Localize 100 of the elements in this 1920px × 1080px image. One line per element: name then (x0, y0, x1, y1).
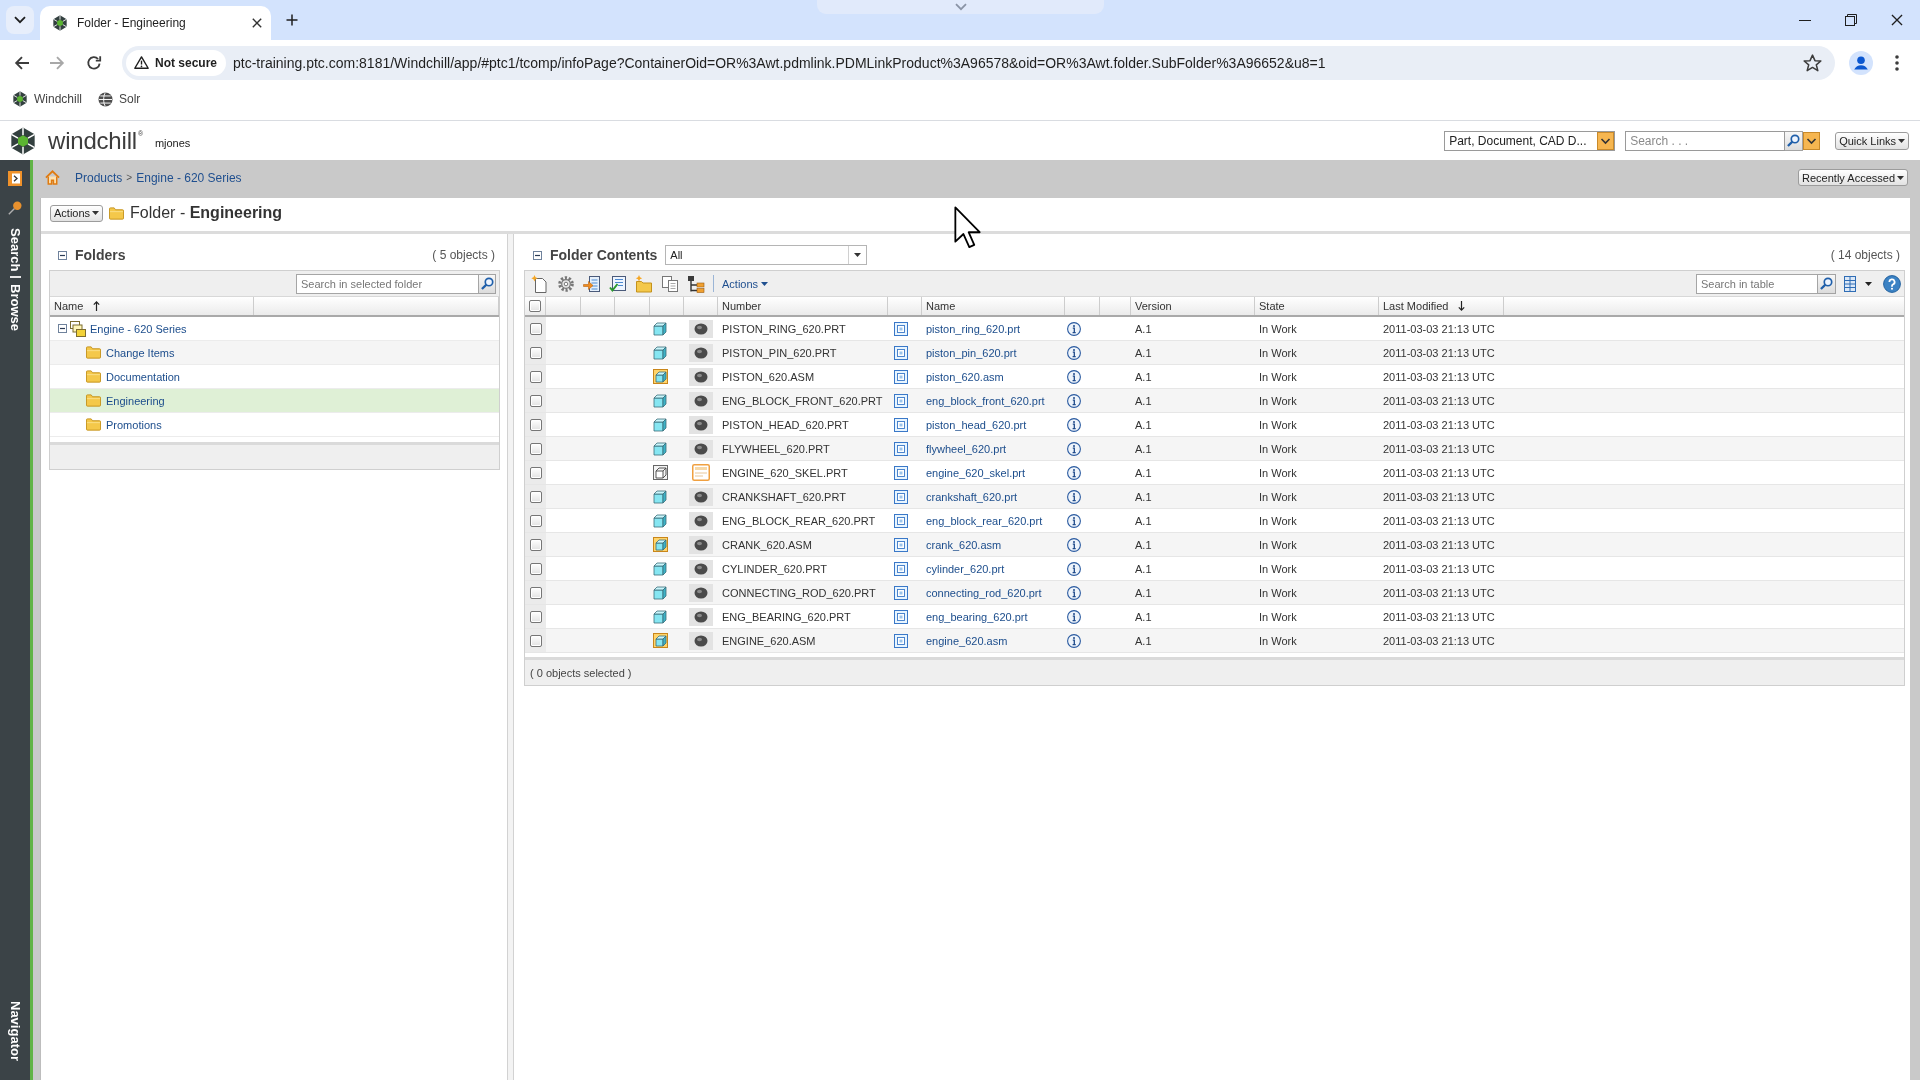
window-icon[interactable] (894, 321, 908, 336)
breadcrumb-link[interactable]: Products (75, 170, 123, 185)
collapse-icon[interactable] (533, 250, 542, 260)
info-icon[interactable] (1067, 609, 1081, 624)
info-icon[interactable] (1067, 393, 1081, 408)
window-icon[interactable] (894, 561, 908, 576)
checkbox[interactable] (529, 418, 542, 431)
checkbox[interactable] (529, 538, 542, 551)
name-link[interactable]: connecting_rod_620.prt (926, 586, 1042, 599)
security-chip[interactable]: Not secure (126, 49, 227, 76)
profile-avatar-icon[interactable] (1849, 50, 1873, 75)
checkbox[interactable] (529, 490, 542, 503)
info-icon[interactable] (1067, 513, 1081, 528)
name-link[interactable]: piston_ring_620.prt (926, 322, 1021, 335)
window-icon[interactable] (894, 393, 908, 408)
actions-button[interactable]: Actions (50, 204, 104, 222)
select-all-checkbox[interactable] (529, 300, 541, 312)
info-icon[interactable] (1067, 537, 1081, 552)
checkbox[interactable] (529, 322, 542, 335)
info-icon[interactable] (1067, 321, 1081, 336)
folder-link[interactable]: Documentation (106, 370, 180, 383)
info-icon[interactable] (1067, 441, 1081, 456)
bookmark-link[interactable]: Solr (98, 91, 141, 107)
dropdown-icon[interactable] (1597, 131, 1615, 150)
new-document-icon[interactable] (531, 274, 549, 293)
minimize-icon[interactable] (1799, 19, 1811, 21)
window-icon[interactable] (894, 489, 908, 504)
copy-icon[interactable] (661, 274, 679, 293)
window-icon[interactable] (894, 441, 908, 456)
collapse-icon[interactable] (58, 250, 67, 260)
name-link[interactable]: eng_block_rear_620.prt (926, 514, 1043, 527)
checkbox[interactable] (529, 562, 542, 575)
window-icon[interactable] (894, 369, 908, 384)
name-link[interactable]: piston_620.asm (926, 370, 1004, 383)
window-icon[interactable] (894, 345, 908, 360)
window-icon[interactable] (894, 633, 908, 648)
checkbox[interactable] (529, 346, 542, 359)
view-select[interactable]: All (665, 245, 868, 265)
column-header[interactable]: Version (1131, 297, 1255, 315)
columns-icon[interactable] (1844, 275, 1856, 292)
recently-accessed-button[interactable]: Recently Accessed (1798, 169, 1908, 186)
window-icon[interactable] (894, 417, 908, 432)
expand-panel-icon[interactable] (8, 171, 22, 186)
search-field[interactable]: Search in selected folder (296, 273, 479, 294)
folder-link[interactable]: Engine - 620 Series (90, 322, 187, 335)
help-icon[interactable] (1883, 274, 1901, 293)
more-icon[interactable] (1895, 54, 1899, 71)
checkbox[interactable] (529, 586, 542, 599)
checkbox[interactable] (529, 394, 542, 407)
hierarchy-icon[interactable] (687, 274, 705, 293)
name-link[interactable]: cylinder_620.prt (926, 562, 1005, 575)
info-icon[interactable] (1067, 417, 1081, 432)
star-icon[interactable] (1803, 53, 1822, 72)
window-icon[interactable] (894, 609, 908, 624)
name-link[interactable]: piston_head_620.prt (926, 418, 1027, 431)
info-icon[interactable] (1067, 561, 1081, 576)
checkbox[interactable] (529, 634, 542, 647)
checkbox[interactable] (529, 466, 542, 479)
sidebar-tab[interactable]: Search (8, 228, 22, 272)
window-icon[interactable] (894, 465, 908, 480)
close-icon[interactable] (1891, 14, 1903, 26)
info-icon[interactable] (1067, 345, 1081, 360)
checkbox[interactable] (529, 442, 542, 455)
plus-icon[interactable] (286, 14, 298, 26)
column-header[interactable]: State (1255, 297, 1379, 315)
search-field[interactable]: Search . . . (1625, 130, 1786, 151)
search-button[interactable] (1785, 130, 1804, 151)
name-link[interactable]: crank_620.asm (926, 538, 1002, 551)
search-type-select[interactable]: Part, Document, CAD D... (1444, 130, 1616, 151)
column-header[interactable]: Name (922, 297, 1065, 315)
checklist-icon[interactable] (609, 274, 627, 293)
back-arrow-icon[interactable] (14, 54, 30, 71)
gear-icon[interactable] (557, 274, 575, 293)
folder-link[interactable]: Engineering (106, 394, 165, 407)
sidebar-tab[interactable]: Browse (8, 284, 22, 332)
table-search-field[interactable]: Search in table (1696, 273, 1818, 294)
browser-tab[interactable]: Folder - Engineering (40, 6, 271, 40)
restore-icon[interactable] (1845, 14, 1857, 26)
quick-links-button[interactable]: Quick Links (1835, 131, 1909, 150)
info-icon[interactable] (1067, 633, 1081, 648)
pin-icon[interactable] (8, 201, 22, 215)
pull-down-handle[interactable] (817, 0, 1104, 14)
column-header[interactable]: Number (718, 297, 888, 315)
sidebar-tab[interactable]: Navigator (8, 1001, 22, 1061)
folder-link[interactable]: Change Items (106, 346, 175, 359)
search-button[interactable] (1818, 273, 1836, 294)
name-link[interactable]: engine_620_skel.prt (926, 466, 1026, 479)
window-icon[interactable] (894, 513, 908, 528)
name-link[interactable]: piston_pin_620.prt (926, 346, 1017, 359)
dropdown-icon[interactable] (1803, 131, 1821, 150)
folder-link[interactable]: Promotions (106, 418, 162, 431)
search-button[interactable] (479, 273, 496, 294)
info-icon[interactable] (1067, 585, 1081, 600)
address-bar[interactable]: Not secure ptc-training.ptc.com:8181/Windchill/app/#ptc1/tcomp/infoPage?ContainerOid=OR%3Awt.pdmlink.PDMLinkProduct%3A96578&oid=OR%3Awt.folder.SubFolder%3A96652&u8=1 (122, 45, 1835, 80)
actions-menu[interactable]: Actions (720, 277, 771, 290)
close-icon[interactable] (252, 18, 262, 28)
name-link[interactable]: crankshaft_620.prt (926, 490, 1018, 503)
window-icon[interactable] (894, 585, 908, 600)
checkbox[interactable] (529, 514, 542, 527)
name-link[interactable]: flywheel_620.prt (926, 442, 1007, 455)
